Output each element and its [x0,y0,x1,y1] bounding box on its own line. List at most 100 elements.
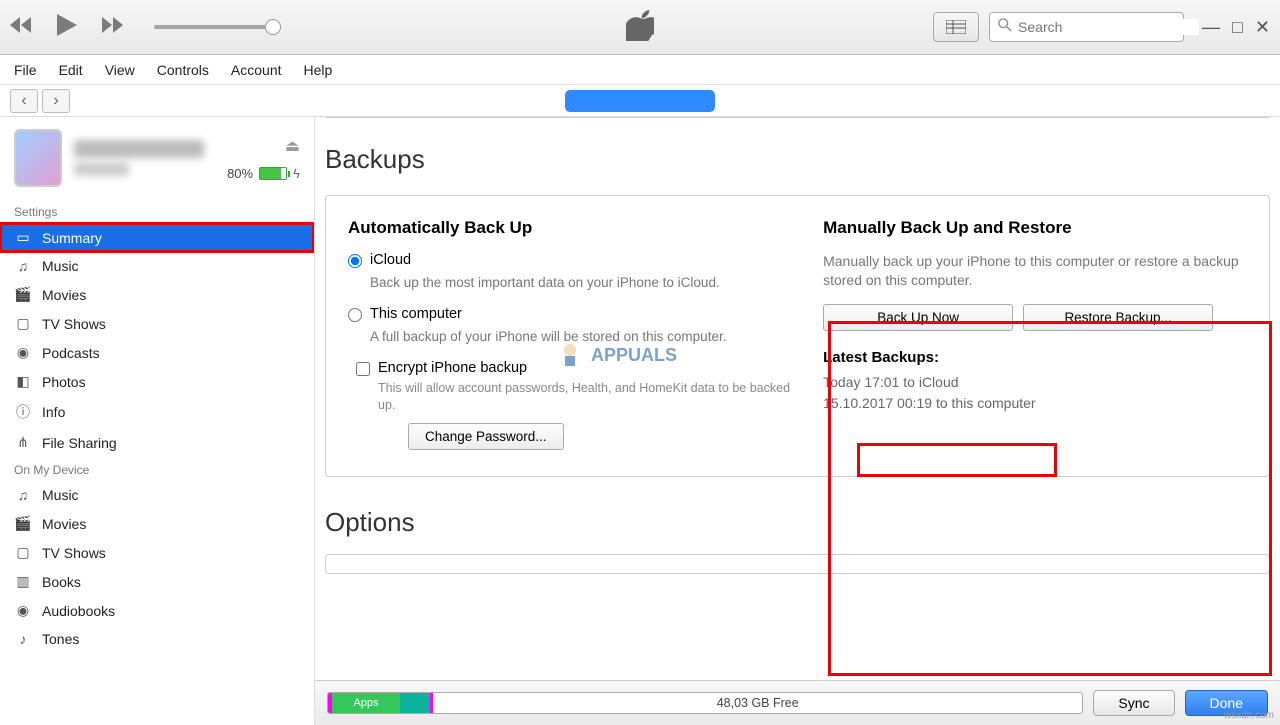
encrypt-checkbox[interactable] [356,362,370,376]
menu-file[interactable]: File [14,62,37,78]
device-sub-blur [74,162,129,176]
content-area: Backups Automatically Back Up iCloud Bac… [315,117,1280,725]
sidebar-label: Info [42,404,65,420]
options-title: Options [315,497,1280,548]
search-box[interactable] [989,12,1184,42]
menu-help[interactable]: Help [304,62,333,78]
sidebar-item-music[interactable]: ♫ Music [0,252,314,280]
auto-backup-heading: Automatically Back Up [348,218,793,238]
tv-icon: ▢ [14,315,32,332]
device-item-tones[interactable]: ♪ Tones [0,625,314,653]
share-icon: ⋔ [14,434,32,451]
window-controls: ― □ ✕ [1202,17,1270,38]
capacity-bar: Apps 48,03 GB Free [327,692,1083,714]
device-thumbnail [14,129,62,187]
music-icon: ♫ [14,487,32,503]
sidebar-item-podcasts[interactable]: ◉ Podcasts [0,338,314,367]
sidebar-label: TV Shows [42,316,106,332]
device-item-tvshows[interactable]: ▢TV Shows [0,538,314,567]
icloud-label: iCloud [370,252,411,268]
icloud-radio[interactable] [348,254,362,268]
tones-icon: ♪ [14,631,32,647]
sidebar-item-movies[interactable]: 🎬 Movies [0,280,314,309]
play-icon[interactable] [57,14,77,41]
forward-button[interactable]: › [42,89,70,113]
battery-icon [259,167,287,180]
sidebar-label: Music [42,487,79,503]
battery-percent: 80% [227,166,253,181]
sidebar-label: Movies [42,516,86,532]
charging-icon: ϟ [293,166,300,181]
sidebar-label: Photos [42,374,86,390]
thispc-desc: A full backup of your iPhone will be sto… [370,328,793,346]
sidebar-item-summary[interactable]: ▭Summary [0,223,314,252]
volume-slider[interactable] [154,25,274,29]
backups-title: Backups [315,118,1280,185]
encrypt-label: Encrypt iPhone backup [378,360,527,376]
device-header: ⏏ 80% ϟ [0,117,314,199]
latest-backup-1: Today 17:01 to iCloud [823,372,1247,393]
manual-heading: Manually Back Up and Restore [823,218,1247,238]
menu-edit[interactable]: Edit [59,62,83,78]
mini-player-button[interactable] [933,12,979,42]
info-icon: ⓘ [14,402,32,422]
sidebar-label: Books [42,574,81,590]
sidebar-item-info[interactable]: ⓘ Info [0,396,314,428]
device-item-movies[interactable]: 🎬 Movies [0,509,314,538]
podcast-icon: ◉ [14,344,32,361]
movies-icon: 🎬 [14,515,32,532]
settings-section-title: Settings [0,199,314,223]
menu-view[interactable]: View [105,62,135,78]
bottom-bar: Apps 48,03 GB Free Sync Done [315,680,1280,725]
close-icon[interactable]: ✕ [1255,17,1270,38]
device-name-pill[interactable] [565,90,715,112]
sidebar-label: Podcasts [42,345,100,361]
sidebar-label: Music [42,258,79,274]
device-item-audiobooks[interactable]: ◉Audiobooks [0,596,314,625]
backup-now-button[interactable]: Back Up Now [823,304,1013,331]
sidebar-item-photos[interactable]: ◧Photos [0,367,314,396]
sidebar-label: TV Shows [42,545,106,561]
menu-bar: File Edit View Controls Account Help [0,55,1280,85]
restore-backup-button[interactable]: Restore Backup... [1023,304,1213,331]
device-section-title: On My Device [0,457,314,481]
latest-backups-heading: Latest Backups: [823,349,1247,366]
minimize-icon[interactable]: ― [1202,17,1220,38]
sidebar-item-filesharing[interactable]: ⋔ File Sharing [0,428,314,457]
manual-desc: Manually back up your iPhone to this com… [823,252,1247,290]
device-item-books[interactable]: ▥ Books [0,567,314,596]
search-input[interactable] [1018,19,1199,35]
sidebar-label: Movies [42,287,86,303]
thispc-radio[interactable] [348,308,362,322]
sidebar: ⏏ 80% ϟ Settings ▭Summary ♫ Music 🎬 Movies… [0,117,315,725]
icloud-desc: Back up the most important data on your … [370,274,793,292]
next-icon[interactable] [102,17,124,38]
encrypt-desc: This will allow account passwords, Healt… [378,380,793,413]
backups-panel: Automatically Back Up iCloud Back up the… [325,195,1270,477]
nav-row: ‹ › [0,85,1280,117]
movies-icon: 🎬 [14,286,32,303]
prev-icon[interactable] [10,17,32,38]
sidebar-label: File Sharing [42,435,117,451]
sync-button[interactable]: Sync [1093,690,1174,716]
music-icon: ♫ [14,258,32,274]
menu-controls[interactable]: Controls [157,62,209,78]
books-icon: ▥ [14,573,32,590]
sidebar-item-tvshows[interactable]: ▢ TV Shows [0,309,314,338]
sidebar-label: Audiobooks [42,603,115,619]
thispc-label: This computer [370,306,462,322]
eject-icon[interactable]: ⏏ [285,136,300,156]
search-icon [998,18,1012,37]
maximize-icon[interactable]: □ [1232,17,1243,38]
free-space-label: 48,03 GB Free [433,696,1082,710]
back-button[interactable]: ‹ [10,89,38,113]
device-item-music[interactable]: ♫ Music [0,481,314,509]
apps-segment: Apps [332,693,400,713]
latest-backup-2: 15.10.2017 00:19 to this computer [823,393,1247,414]
sidebar-label: Tones [42,631,79,647]
top-toolbar: ― □ ✕ [0,0,1280,55]
credit-text: wsxdn.com [1224,710,1274,721]
sidebar-label: Summary [42,230,102,246]
menu-account[interactable]: Account [231,62,282,78]
change-password-button[interactable]: Change Password... [408,423,564,450]
